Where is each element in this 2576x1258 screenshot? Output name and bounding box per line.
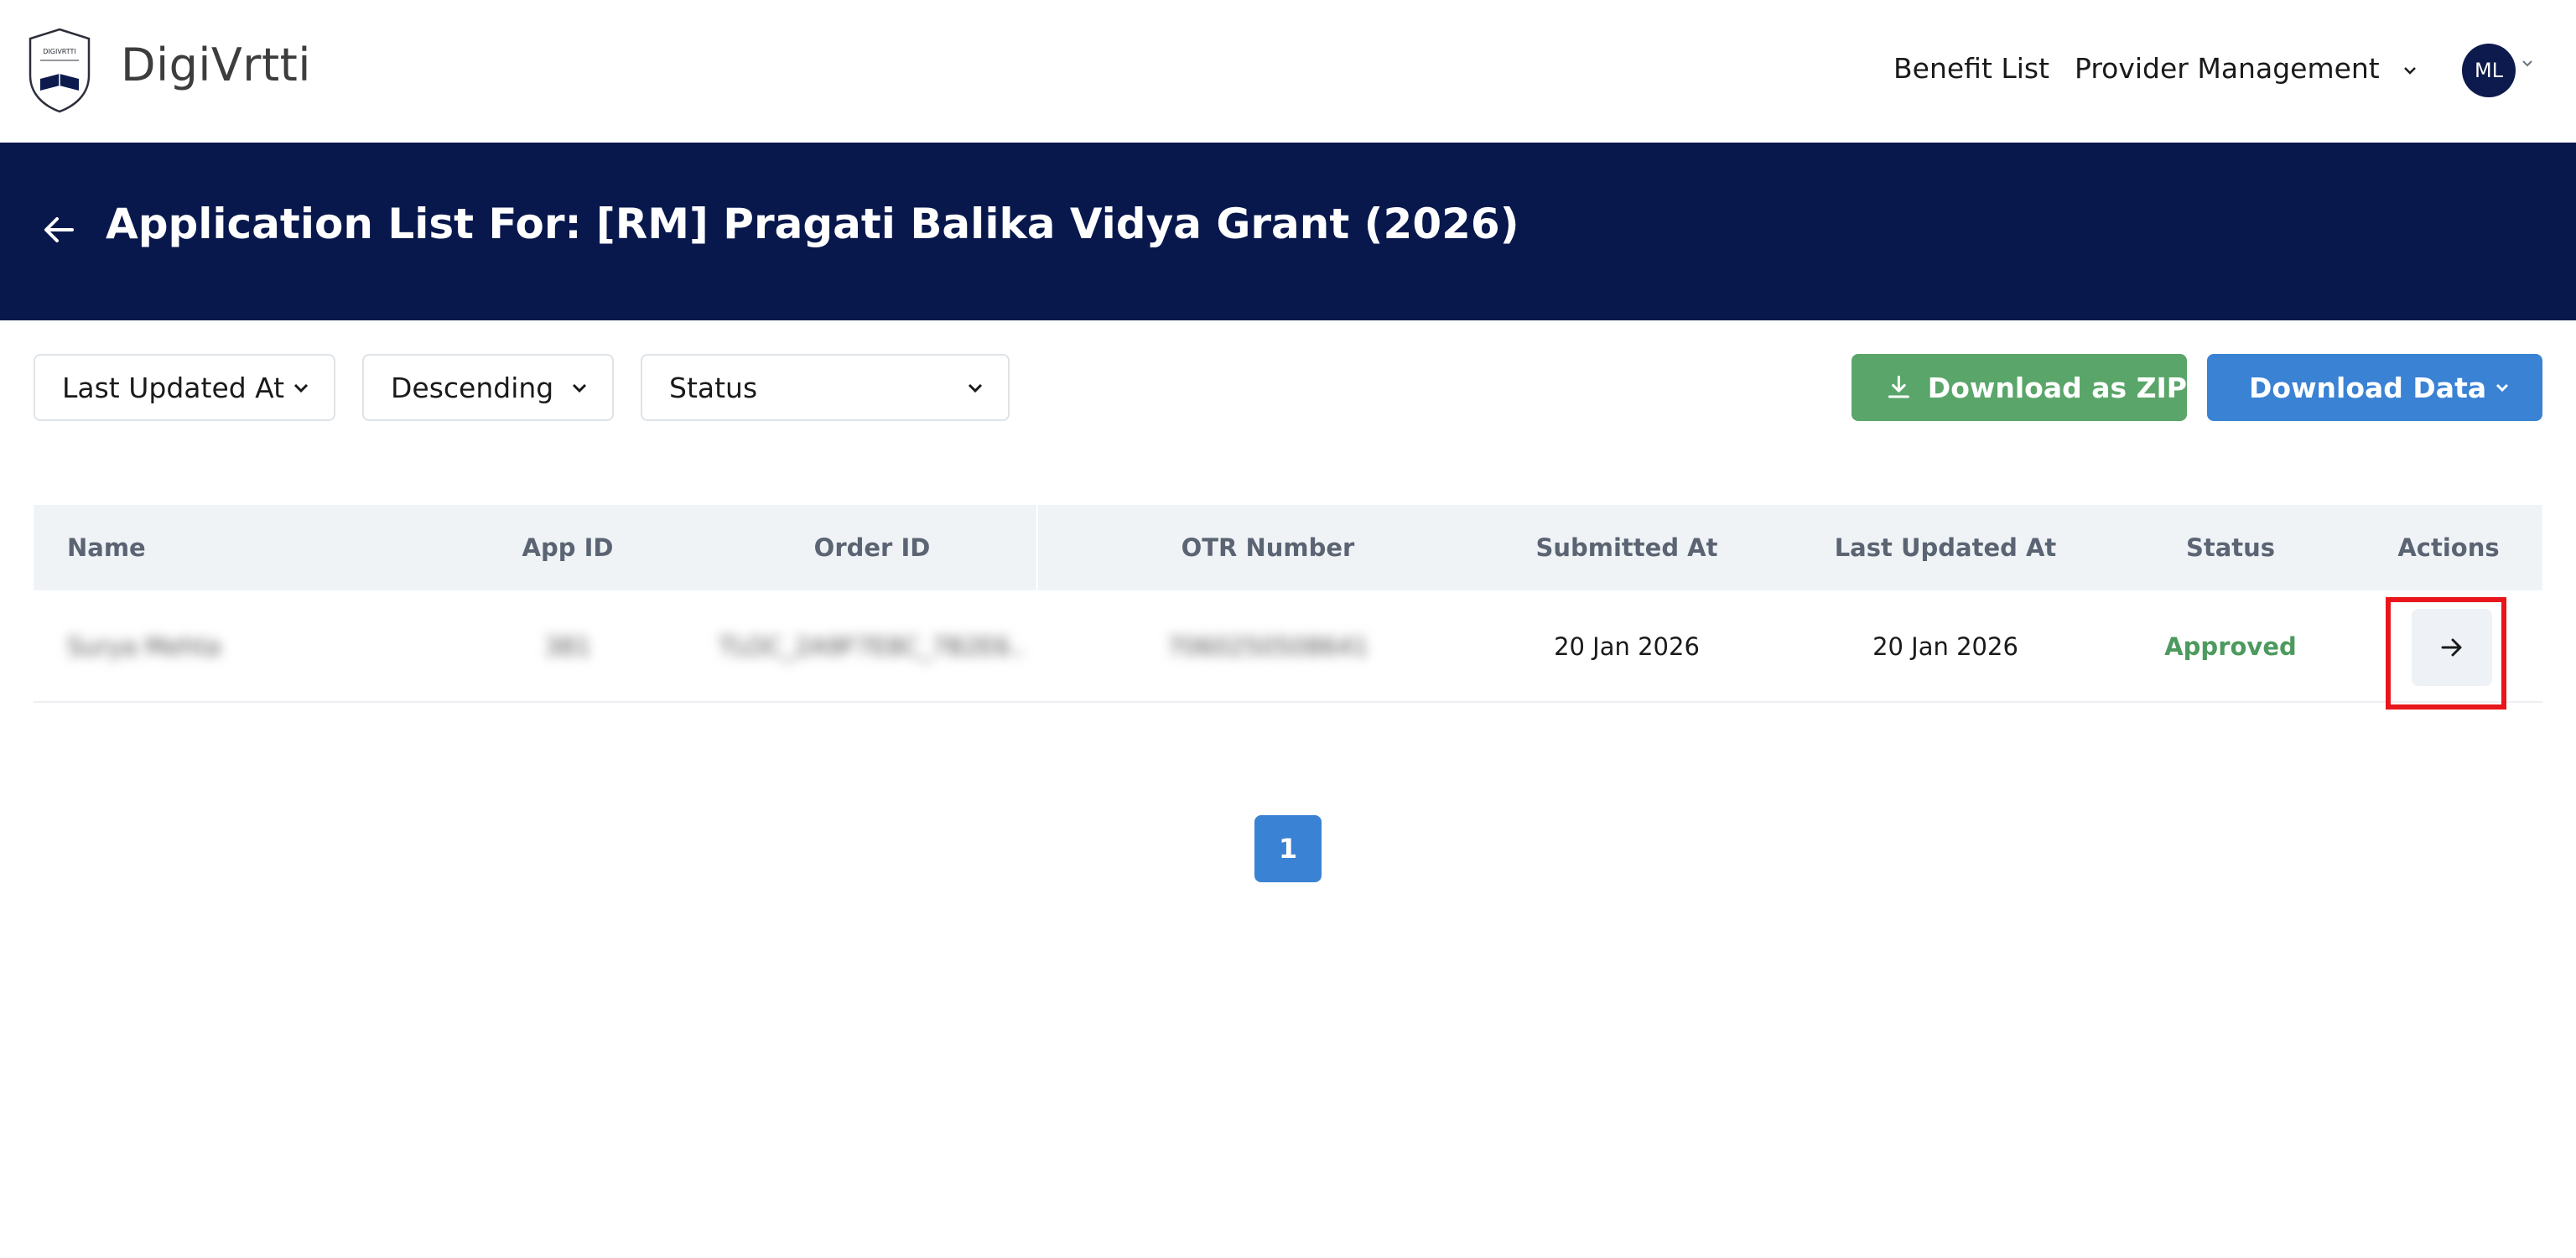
sort-field-value: Last Updated At <box>62 371 285 404</box>
cell-last-updated-at: 20 Jan 2026 <box>1872 632 2018 661</box>
download-zip-label: Download as ZIP <box>1927 371 2187 404</box>
view-application-button[interactable] <box>2412 609 2492 686</box>
brand-name[interactable]: DigiVrtti <box>121 39 311 91</box>
nav-provider-management[interactable]: Provider Management <box>2075 52 2418 85</box>
pagination-page-button[interactable]: 1 <box>1254 815 1322 882</box>
column-header-otr-number[interactable]: OTR Number <box>1070 505 1466 590</box>
column-header-order-id[interactable]: Order ID <box>704 505 1040 590</box>
user-avatar[interactable]: ML <box>2462 44 2516 97</box>
sort-field-select[interactable]: Last Updated At <box>34 354 335 421</box>
cell-otr-number: 7060250508641 <box>1167 632 1368 661</box>
column-header-last-updated-at[interactable]: Last Updated At <box>1794 505 2096 590</box>
chevron-down-icon <box>572 383 587 393</box>
column-header-name[interactable]: Name <box>67 505 146 590</box>
table-header: Name App ID Order ID OTR Number Submitte… <box>34 505 2542 590</box>
nav-benefit-list[interactable]: Benefit List <box>1893 52 2049 85</box>
logo-text: DIGIVRTTI <box>43 48 76 55</box>
status-filter-select[interactable]: Status <box>641 354 1010 421</box>
top-navbar: DIGIVRTTI DigiVrtti Benefit List Provide… <box>0 0 2576 143</box>
cell-app-id: 381 <box>544 632 591 661</box>
cell-submitted-at: 20 Jan 2026 <box>1554 632 1700 661</box>
column-resize-divider[interactable] <box>1036 505 1038 590</box>
column-header-submitted-at[interactable]: Submitted At <box>1493 505 1761 590</box>
download-data-label: Download Data <box>2249 371 2487 404</box>
cell-order-id: TLOC_2A9F7E8C_7B2E6.. <box>719 632 1026 661</box>
download-data-button[interactable]: Download Data <box>2207 354 2542 421</box>
chevron-down-icon <box>968 383 983 393</box>
chevron-down-icon[interactable] <box>2492 377 2512 398</box>
column-header-app-id[interactable]: App ID <box>496 505 639 590</box>
column-header-actions: Actions <box>2397 533 2500 562</box>
status-badge: Approved <box>2164 632 2297 661</box>
back-arrow-icon[interactable] <box>40 211 77 248</box>
page-title: Application List For: [RM] Pragati Balik… <box>106 200 1519 248</box>
table-row[interactable]: Surya Mehta 381 TLOC_2A9F7E8C_7B2E6.. 70… <box>34 590 2542 703</box>
cell-name: Surya Mehta <box>67 632 221 661</box>
avatar-chevron-down-icon[interactable] <box>2521 59 2534 69</box>
download-zip-button[interactable]: Download as ZIP <box>1852 354 2187 421</box>
page-banner: Application List For: [RM] Pragati Balik… <box>0 143 2576 320</box>
nav-provider-management-label: Provider Management <box>2075 52 2380 85</box>
digivrtti-logo-icon[interactable]: DIGIVRTTI <box>27 27 92 114</box>
arrow-right-icon <box>2441 638 2462 657</box>
sort-order-select[interactable]: Descending <box>362 354 614 421</box>
download-icon <box>1888 375 1909 398</box>
chevron-down-icon <box>293 383 309 393</box>
column-header-status[interactable]: Status <box>2130 505 2331 590</box>
status-filter-value: Status <box>669 371 758 404</box>
chevron-down-icon <box>2404 66 2417 75</box>
sort-order-value: Descending <box>391 371 554 404</box>
